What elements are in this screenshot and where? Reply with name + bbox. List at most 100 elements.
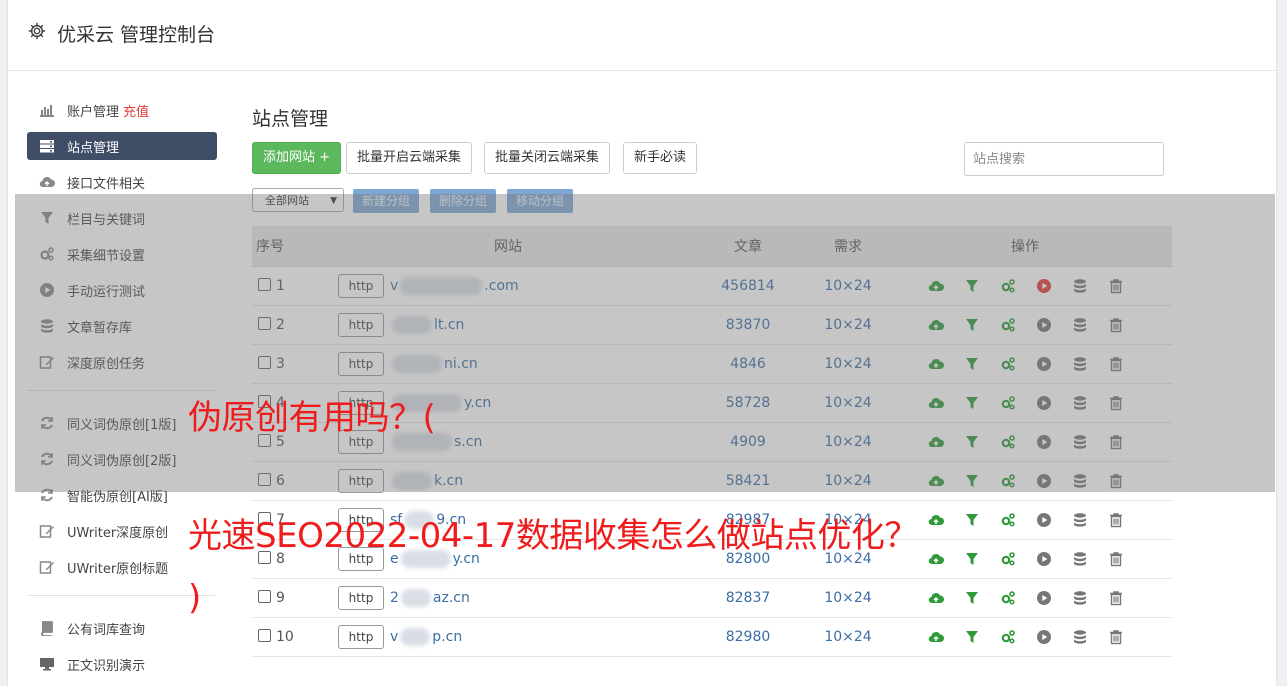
add-site-button[interactable]: 添加网站 + [252,142,342,174]
row-checkbox[interactable] [258,473,271,486]
sidebar-item-account[interactable]: 账户管理 充值 [27,96,217,124]
sidebar-item-sites[interactable]: 站点管理 [27,132,217,160]
site-domain-link[interactable]: ni.cn [390,355,478,373]
row-checkbox[interactable] [258,317,271,330]
filter-icon[interactable] [964,629,980,645]
play-circle-icon[interactable] [1036,278,1052,294]
article-count[interactable]: 82980 [726,629,771,645]
site-search-input[interactable] [964,142,1164,176]
database-icon[interactable] [1072,434,1088,450]
sidebar-item-columns[interactable]: 栏目与关键词 [27,204,217,232]
gears-icon[interactable] [1000,356,1016,372]
site-domain-link[interactable]: k.cn [390,472,463,490]
play-circle-icon[interactable] [1036,395,1052,411]
row-checkbox[interactable] [258,278,271,291]
filter-icon[interactable] [964,356,980,372]
site-domain-link[interactable]: lt.cn [390,316,464,334]
database-icon[interactable] [1072,512,1088,528]
cell-articles[interactable]: 82980 [678,617,818,657]
article-count[interactable]: 82837 [726,590,771,606]
cell-demand[interactable]: 10×24 [818,383,878,423]
group-select[interactable]: 全部网站 ▼ [252,188,344,212]
cell-demand[interactable]: 10×24 [818,578,878,618]
play-circle-icon[interactable] [1036,317,1052,333]
cell-demand[interactable]: 10×24 [818,266,878,306]
move-group-button[interactable]: 移动分组 [507,189,574,213]
database-icon[interactable] [1072,629,1088,645]
sidebar-item-article-store[interactable]: 文章暂存库 [27,312,217,340]
filter-icon[interactable] [964,512,980,528]
sidebar-item-interface[interactable]: 接口文件相关 [27,168,217,196]
cell-articles[interactable]: 4909 [678,422,818,462]
database-icon[interactable] [1072,317,1088,333]
article-count[interactable]: 4909 [730,434,766,450]
database-icon[interactable] [1072,356,1088,372]
gears-icon[interactable] [1000,551,1016,567]
trash-icon[interactable] [1108,629,1124,645]
play-circle-icon[interactable] [1036,590,1052,606]
cell-demand[interactable]: 10×24 [818,461,878,501]
cloud-upload-icon[interactable] [928,629,945,645]
delete-group-button[interactable]: 删除分组 [430,189,497,213]
sidebar-item-deep-original[interactable]: 深度原创任务 [27,348,217,376]
article-count[interactable]: 83870 [726,317,771,333]
database-icon[interactable] [1072,278,1088,294]
gears-icon[interactable] [1000,629,1016,645]
filter-icon[interactable] [964,434,980,450]
play-circle-icon[interactable] [1036,473,1052,489]
database-icon[interactable] [1072,590,1088,606]
sidebar-item-ai-rewrite[interactable]: 智能伪原创[AI版] [27,481,217,509]
cell-demand[interactable]: 10×24 [818,422,878,462]
row-checkbox[interactable] [258,590,271,603]
site-domain-link[interactable]: 2 az.cn [390,589,470,607]
filter-icon[interactable] [964,551,980,567]
gears-icon[interactable] [1000,317,1016,333]
article-count[interactable]: 58728 [726,395,771,411]
cloud-upload-icon[interactable] [928,434,945,450]
trash-icon[interactable] [1108,590,1124,606]
article-count[interactable]: 58421 [726,473,771,489]
trash-icon[interactable] [1108,395,1124,411]
filter-icon[interactable] [964,590,980,606]
play-circle-icon[interactable] [1036,551,1052,567]
cell-demand[interactable]: 10×24 [818,305,878,345]
article-count[interactable]: 456814 [721,278,774,294]
sidebar-item-manual-run[interactable]: 手动运行测试 [27,276,217,304]
cell-articles[interactable]: 58728 [678,383,818,423]
cloud-upload-icon[interactable] [928,590,945,606]
demand-value[interactable]: 10×24 [824,317,871,333]
cloud-upload-icon[interactable] [928,473,945,489]
database-icon[interactable] [1072,551,1088,567]
cloud-upload-icon[interactable] [928,512,945,528]
demand-value[interactable]: 10×24 [824,590,871,606]
trash-icon[interactable] [1108,551,1124,567]
sidebar-item-text-recognition[interactable]: 正文识别演示 [27,650,217,678]
gears-icon[interactable] [1000,590,1016,606]
gears-icon[interactable] [1000,473,1016,489]
cloud-upload-icon[interactable] [928,317,945,333]
filter-icon[interactable] [964,395,980,411]
cell-articles[interactable]: 456814 [678,266,818,306]
demand-value[interactable]: 10×24 [824,473,871,489]
row-checkbox[interactable] [258,629,271,642]
article-count[interactable]: 4846 [730,356,766,372]
cloud-upload-icon[interactable] [928,278,945,294]
cell-demand[interactable]: 10×24 [818,344,878,384]
trash-icon[interactable] [1108,278,1124,294]
gears-icon[interactable] [1000,395,1016,411]
trash-icon[interactable] [1108,473,1124,489]
demand-value[interactable]: 10×24 [824,395,871,411]
filter-icon[interactable] [964,317,980,333]
trash-icon[interactable] [1108,317,1124,333]
cell-articles[interactable]: 82837 [678,578,818,618]
site-domain-link[interactable]: v .com [390,277,519,295]
play-circle-icon[interactable] [1036,434,1052,450]
cell-articles[interactable]: 58421 [678,461,818,501]
gears-icon[interactable] [1000,512,1016,528]
trash-icon[interactable] [1108,434,1124,450]
site-domain-link[interactable]: v p.cn [390,628,462,646]
sidebar-item-collect-settings[interactable]: 采集细节设置 [27,240,217,268]
cell-articles[interactable]: 83870 [678,305,818,345]
cell-demand[interactable]: 10×24 [818,617,878,657]
trash-icon[interactable] [1108,356,1124,372]
